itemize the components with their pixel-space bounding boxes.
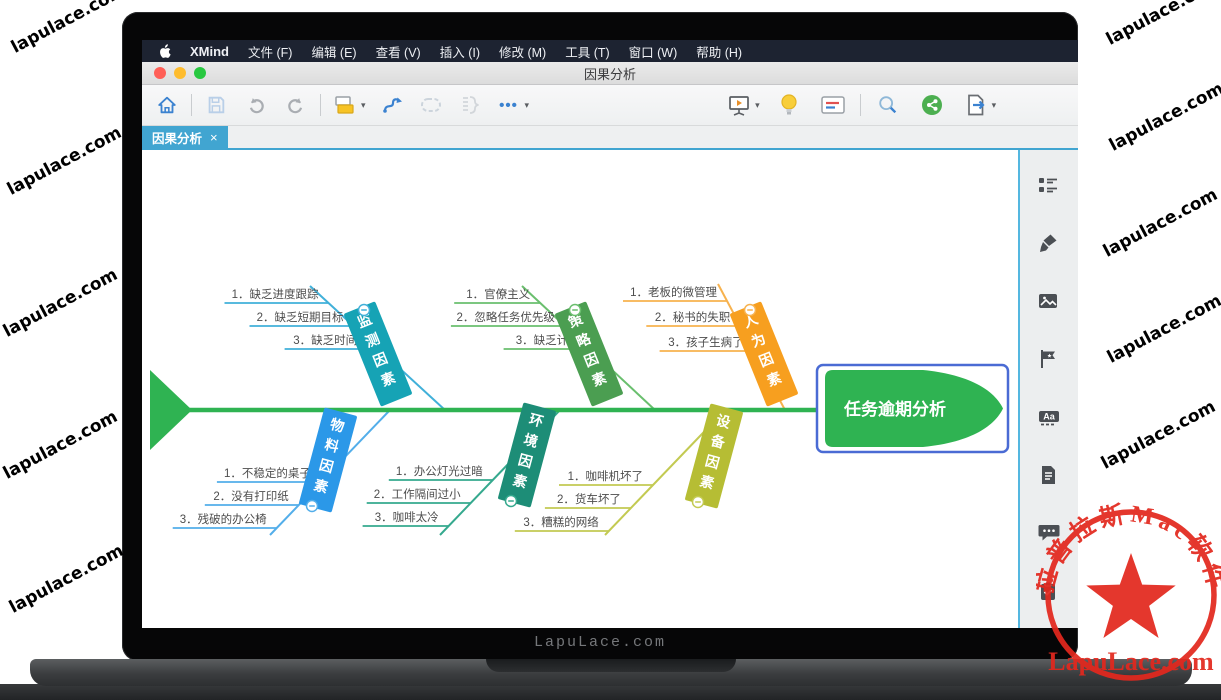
boundary-icon[interactable] bbox=[416, 90, 446, 120]
cause-item[interactable]: 3．咖啡太冷 bbox=[375, 510, 439, 524]
screen-content: XMind 文件 (F) 编辑 (E) 查看 (V) 插入 (I) 修改 (M) 工具 (… bbox=[142, 40, 1078, 628]
cause-item[interactable]: 1．官僚主义 bbox=[466, 287, 530, 301]
page-background: { "watermark": { "text": "lapulace.com",… bbox=[0, 0, 1221, 700]
watermark-text: lapulace.com bbox=[1103, 0, 1221, 50]
branch-topic[interactable]: 监测因素 bbox=[344, 301, 413, 406]
cause-item[interactable]: 2．工作隔间过小 bbox=[374, 488, 461, 501]
menu-item-6[interactable]: 窗口 (W) bbox=[629, 42, 678, 61]
menu-item-1[interactable]: 编辑 (E) bbox=[311, 42, 356, 61]
cause-item[interactable]: 2．没有打印纸 bbox=[213, 489, 289, 503]
toolbar: ▾ ••• ▾ ▾ bbox=[142, 85, 1078, 126]
close-tab-icon[interactable]: × bbox=[210, 130, 218, 145]
more-tools-icon[interactable]: ••• bbox=[494, 90, 524, 120]
fishbone-tail[interactable] bbox=[150, 370, 192, 450]
toolbar-separator bbox=[191, 94, 192, 116]
watermark-text: lapulace.com bbox=[8, 0, 129, 58]
export-icon[interactable] bbox=[961, 90, 991, 120]
presentation-icon[interactable] bbox=[724, 90, 754, 120]
notes-icon[interactable] bbox=[1038, 465, 1058, 485]
collapse-toggle[interactable] bbox=[359, 305, 370, 316]
collapse-toggle[interactable] bbox=[745, 305, 756, 316]
branch-topic[interactable]: 环境因素 bbox=[498, 402, 557, 507]
diagram-canvas[interactable]: 1．缺乏进度跟踪2．缺乏短期目标3．缺乏时间表1．官僚主义2．忽略任务优先级3．… bbox=[142, 150, 1020, 628]
collapse-toggle[interactable] bbox=[307, 501, 318, 512]
collapse-toggle[interactable] bbox=[506, 496, 517, 507]
save-icon[interactable] bbox=[201, 90, 231, 120]
cause-item[interactable]: 2．秘书的失职 bbox=[655, 310, 731, 324]
stamp-site-text: LapuLace.com bbox=[1048, 647, 1214, 676]
undo-icon[interactable] bbox=[241, 90, 271, 120]
branch-topic[interactable]: 物料因素 bbox=[299, 407, 358, 512]
menu-item-5[interactable]: 工具 (T) bbox=[565, 42, 609, 61]
site-stamp: 拉普拉斯Mac软件 LapuLace.com bbox=[1036, 498, 1221, 698]
cause-item[interactable]: 1．不稳定的桌子 bbox=[224, 466, 311, 480]
menu-item-2[interactable]: 查看 (V) bbox=[376, 42, 421, 61]
laptop-base bbox=[30, 659, 1192, 686]
branch-topic[interactable]: 设备因素 bbox=[685, 403, 744, 508]
toolbar-separator bbox=[860, 94, 861, 116]
central-topic[interactable]: 任务逾期分析 bbox=[817, 365, 1008, 452]
share-icon[interactable] bbox=[917, 90, 947, 120]
cause-item[interactable]: 1．老板的微管理 bbox=[630, 285, 717, 299]
watermark-text: lapulace.com bbox=[1098, 397, 1219, 474]
summary-icon[interactable] bbox=[454, 90, 484, 120]
cause-item[interactable]: 1．咖啡机坏了 bbox=[568, 469, 643, 483]
watermark-text: lapulace.com bbox=[1104, 291, 1221, 368]
laptop-screen: XMind 文件 (F) 编辑 (E) 查看 (V) 插入 (I) 修改 (M) 工具 (… bbox=[122, 12, 1078, 661]
sheet-tab[interactable]: 因果分析 × bbox=[142, 126, 228, 148]
more-tools-caret-icon[interactable]: ▾ bbox=[525, 100, 530, 111]
label-icon[interactable]: Aa bbox=[1038, 407, 1058, 427]
toolbar-separator bbox=[320, 94, 321, 116]
watermark-text: lapulace.com bbox=[1100, 185, 1221, 262]
window-title: 因果分析 bbox=[142, 64, 1078, 83]
cause-item[interactable]: 2．忽略任务优先级 bbox=[456, 310, 555, 324]
cause-item[interactable]: 2．货车坏了 bbox=[557, 492, 621, 506]
watermark-text: lapulace.com bbox=[0, 265, 121, 342]
relationship-icon[interactable] bbox=[378, 90, 408, 120]
search-icon[interactable] bbox=[873, 90, 903, 120]
watermark-text: lapulace.com bbox=[1106, 79, 1221, 156]
format-brush-icon[interactable] bbox=[1038, 233, 1058, 253]
export-caret-icon[interactable]: ▾ bbox=[992, 100, 997, 111]
bezel-brand-text: LapuLace.com bbox=[122, 634, 1078, 651]
menu-app-name[interactable]: XMind bbox=[190, 44, 229, 59]
watermark-text: lapulace.com bbox=[0, 407, 121, 484]
note-icon[interactable] bbox=[818, 90, 848, 120]
presentation-caret-icon[interactable]: ▾ bbox=[755, 100, 760, 111]
branch-topic[interactable]: 人为因素 bbox=[730, 301, 799, 406]
apple-logo-icon[interactable] bbox=[158, 44, 171, 59]
tips-bulb-icon[interactable] bbox=[774, 90, 804, 120]
window-title-bar: 因果分析 bbox=[142, 62, 1078, 85]
svg-text:Aa: Aa bbox=[1043, 412, 1055, 422]
topic-shape-icon[interactable] bbox=[330, 90, 360, 120]
cause-item[interactable]: 2．缺乏短期目标 bbox=[257, 310, 344, 324]
fishbone-diagram: 1．缺乏进度跟踪2．缺乏短期目标3．缺乏时间表1．官僚主义2．忽略任务优先级3．… bbox=[142, 150, 1018, 628]
central-topic-label: 任务逾期分析 bbox=[843, 399, 946, 419]
menu-item-4[interactable]: 修改 (M) bbox=[499, 42, 546, 61]
redo-icon[interactable] bbox=[281, 90, 311, 120]
cause-item[interactable]: 3．孩子生病了 bbox=[668, 335, 743, 349]
menu-item-3[interactable]: 插入 (I) bbox=[440, 42, 480, 61]
image-icon[interactable] bbox=[1038, 291, 1058, 311]
collapse-toggle[interactable] bbox=[693, 497, 704, 508]
watermark-text: lapulace.com bbox=[4, 123, 125, 200]
marker-flag-icon[interactable] bbox=[1038, 349, 1058, 369]
collapse-toggle[interactable] bbox=[570, 305, 581, 316]
sheet-tab-label: 因果分析 bbox=[152, 128, 202, 147]
cause-item[interactable]: 3．糟糕的网络 bbox=[523, 515, 599, 529]
outline-icon[interactable] bbox=[1038, 175, 1058, 195]
menu-item-0[interactable]: 文件 (F) bbox=[248, 42, 292, 61]
stamp-star-icon bbox=[1086, 553, 1175, 638]
cause-item[interactable]: 3．残破的办公椅 bbox=[180, 512, 267, 526]
menu-bar: XMind 文件 (F) 编辑 (E) 查看 (V) 插入 (I) 修改 (M) 工具 (… bbox=[142, 40, 1078, 62]
watermark-text: lapulace.com bbox=[6, 541, 127, 618]
branch-topic[interactable]: 策略因素 bbox=[555, 301, 624, 406]
home-icon[interactable] bbox=[152, 90, 182, 120]
laptop-lid-notch bbox=[486, 659, 736, 672]
sheet-tab-bar: 因果分析 × bbox=[142, 126, 1078, 150]
menu-item-7[interactable]: 帮助 (H) bbox=[696, 42, 742, 61]
cause-item[interactable]: 1．缺乏进度跟踪 bbox=[232, 287, 319, 301]
cause-item[interactable]: 1．办公灯光过暗 bbox=[396, 464, 483, 478]
topic-shape-caret-icon[interactable]: ▾ bbox=[361, 100, 366, 111]
